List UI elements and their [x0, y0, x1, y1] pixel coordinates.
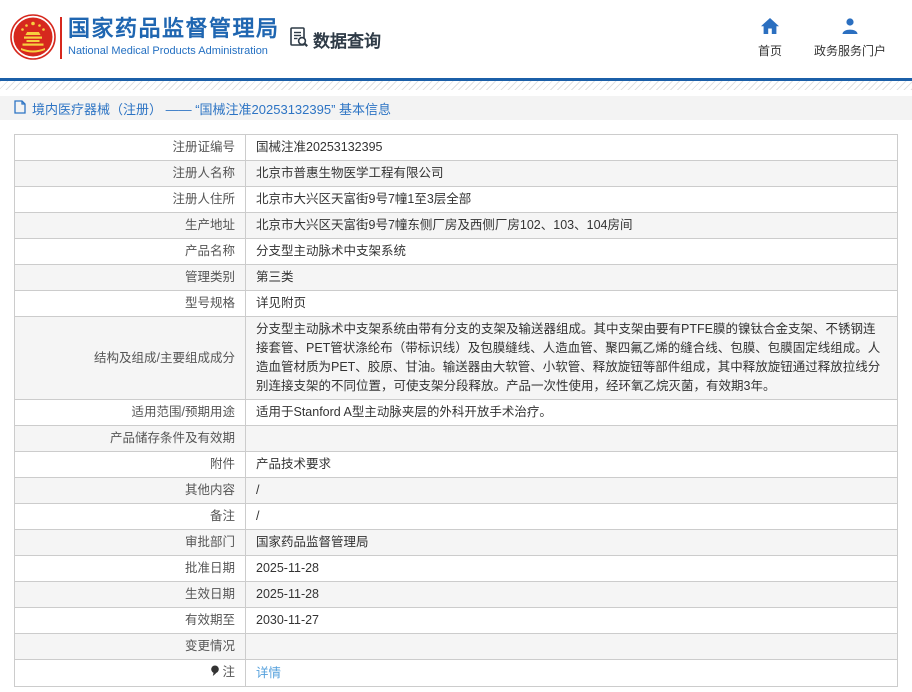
- home-link[interactable]: 首页: [758, 18, 782, 59]
- table-row: 产品储存条件及有效期: [14, 425, 898, 452]
- registration-info-table: 注册证编号 国械注准20253132395 注册人名称 北京市普惠生物医学工程有限公司…: [14, 134, 898, 687]
- user-icon: [841, 18, 859, 37]
- table-row: 批准日期 2025-11-28: [14, 555, 898, 582]
- gov-portal-label: 政务服务门户: [813, 44, 886, 58]
- row-value: 北京市大兴区天富街9号7幢东侧厂房及西侧厂房102、103、104房间: [245, 212, 898, 239]
- row-value: 产品技术要求: [245, 451, 898, 478]
- header-hatch-band: [0, 81, 912, 90]
- row-value: 2030-11-27: [245, 607, 898, 634]
- row-value: 分支型主动脉术中支架系统由带有分支的支架及输送器组成。其中支架由要有PTFE膜的…: [245, 316, 898, 400]
- home-icon: [760, 18, 779, 37]
- gov-portal-link[interactable]: 政务服务门户: [814, 18, 886, 59]
- table-row: 备注 /: [14, 503, 898, 530]
- row-label: 适用范围/预期用途: [14, 399, 246, 426]
- row-value: 详情: [245, 659, 898, 687]
- site-header: 国家药品监督管理局 National Medical Products Admi…: [0, 0, 912, 78]
- quick-links: 首页 政务服务门户: [758, 18, 886, 59]
- row-label: 管理类别: [14, 264, 246, 291]
- table-row: 注册证编号 国械注准20253132395: [14, 134, 898, 161]
- row-value: 2025-11-28: [245, 555, 898, 582]
- table-row: 生效日期 2025-11-28: [14, 581, 898, 608]
- table-row: 注详情: [14, 659, 898, 687]
- row-label: 备注: [14, 503, 246, 530]
- row-value: /: [245, 477, 898, 504]
- detail-link[interactable]: 详情: [256, 666, 281, 680]
- table-row: 生产地址 北京市大兴区天富街9号7幢东侧厂房及西侧厂房102、103、104房间: [14, 212, 898, 239]
- breadcrumb: 境内医疗器械（注册） —— “国械注准20253132395” 基本信息: [0, 96, 912, 120]
- row-label: 审批部门: [14, 529, 246, 556]
- table-row: 其他内容 /: [14, 477, 898, 504]
- row-value: /: [245, 503, 898, 530]
- table-row: 附件 产品技术要求: [14, 451, 898, 478]
- nmpa-emblem-logo: [10, 14, 56, 60]
- row-label: 注册人名称: [14, 160, 246, 187]
- row-value: 国家药品监督管理局: [245, 529, 898, 556]
- table-row: 管理类别 第三类: [14, 264, 898, 291]
- row-value: 详见附页: [245, 290, 898, 317]
- table-row: 变更情况: [14, 633, 898, 660]
- row-value: 2025-11-28: [245, 581, 898, 608]
- data-query-label: 数据查询: [313, 32, 381, 51]
- row-label: 型号规格: [14, 290, 246, 317]
- row-label: 生产地址: [14, 212, 246, 239]
- table-row: 型号规格 详见附页: [14, 290, 898, 317]
- row-value: 分支型主动脉术中支架系统: [245, 238, 898, 265]
- row-label: 注册证编号: [14, 134, 246, 161]
- info-table-body: 注册证编号 国械注准20253132395 注册人名称 北京市普惠生物医学工程有限公司…: [14, 134, 898, 687]
- row-label: 其他内容: [14, 477, 246, 504]
- breadcrumb-text: 境内医疗器械（注册） —— “国械注准20253132395” 基本信息: [32, 101, 392, 117]
- row-value: 适用于Stanford A型主动脉夹层的外科开放手术治疗。: [245, 399, 898, 426]
- row-label: 产品名称: [14, 238, 246, 265]
- brand-block: 国家药品监督管理局 National Medical Products Admi…: [68, 16, 280, 57]
- site-subtitle: National Medical Products Administration: [68, 45, 268, 57]
- row-label: 变更情况: [14, 633, 246, 660]
- table-row: 审批部门 国家药品监督管理局: [14, 529, 898, 556]
- logo-divider: [60, 17, 62, 59]
- row-label: 产品储存条件及有效期: [14, 425, 246, 452]
- home-link-label: 首页: [757, 44, 782, 58]
- row-label: 有效期至: [14, 607, 246, 634]
- table-row: 注册人名称 北京市普惠生物医学工程有限公司: [14, 160, 898, 187]
- row-value: 北京市普惠生物医学工程有限公司: [245, 160, 898, 187]
- row-label: 附件: [14, 451, 246, 478]
- note-icon: [210, 664, 220, 683]
- row-value: 北京市大兴区天富街9号7幢1至3层全部: [245, 186, 898, 213]
- table-row: 产品名称 分支型主动脉术中支架系统: [14, 238, 898, 265]
- table-row: 适用范围/预期用途 适用于Stanford A型主动脉夹层的外科开放手术治疗。: [14, 399, 898, 426]
- row-label: 注: [14, 659, 246, 687]
- table-row: 注册人住所 北京市大兴区天富街9号7幢1至3层全部: [14, 186, 898, 213]
- row-value: [245, 633, 898, 660]
- row-value: 国械注准20253132395: [245, 134, 898, 161]
- site-title: 国家药品监督管理局: [68, 16, 280, 41]
- document-icon: [14, 99, 26, 117]
- table-row: 结构及组成/主要组成成分 分支型主动脉术中支架系统由带有分支的支架及输送器组成。其…: [14, 316, 898, 400]
- data-query-icon: [288, 26, 310, 53]
- table-row: 有效期至 2030-11-27: [14, 607, 898, 634]
- row-label: 生效日期: [14, 581, 246, 608]
- row-value: 第三类: [245, 264, 898, 291]
- row-label: 注册人住所: [14, 186, 246, 213]
- row-label: 结构及组成/主要组成成分: [14, 316, 246, 400]
- row-value: [245, 425, 898, 452]
- row-label: 批准日期: [14, 555, 246, 582]
- data-query-nav[interactable]: 数据查询: [288, 26, 381, 53]
